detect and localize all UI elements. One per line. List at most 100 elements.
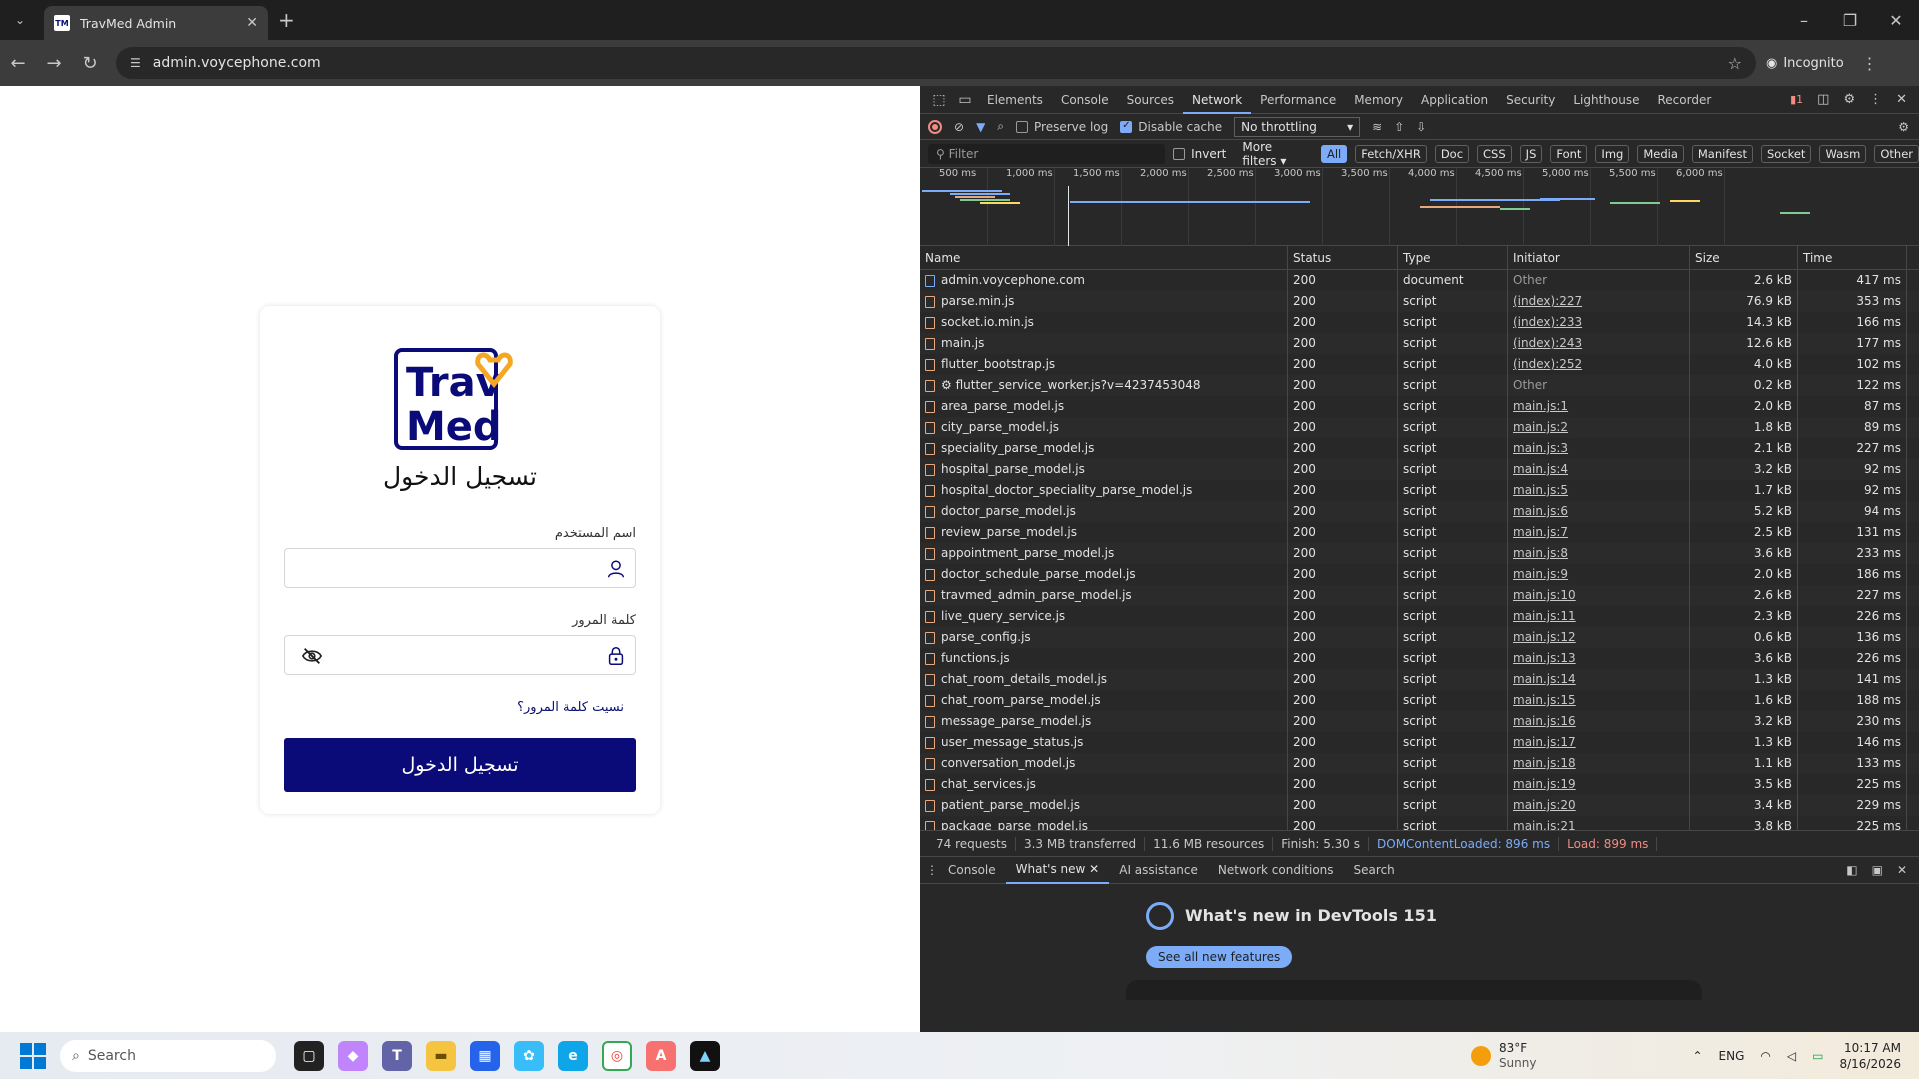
app-triangle-icon[interactable]: ▲ (690, 1040, 720, 1071)
browser-tab[interactable]: TM TravMed Admin ✕ (44, 6, 268, 40)
issues-badge[interactable]: ▮1 (1790, 93, 1803, 106)
table-row[interactable]: chat_room_details_model.js 200 script main.… (920, 669, 1919, 690)
request-initiator[interactable]: main.js:4 (1508, 459, 1690, 480)
incognito-indicator[interactable]: ◉ Incognito (1766, 56, 1844, 71)
request-initiator[interactable]: main.js:14 (1508, 669, 1690, 690)
import-har-icon[interactable]: ⇧ (1394, 120, 1404, 134)
col-size[interactable]: Size (1690, 246, 1798, 269)
reload-button[interactable]: ↻ (72, 53, 108, 74)
request-initiator[interactable]: main.js:11 (1508, 606, 1690, 627)
request-initiator[interactable]: main.js:5 (1508, 480, 1690, 501)
col-type[interactable]: Type (1398, 246, 1508, 269)
app-a-icon[interactable]: A (646, 1040, 676, 1071)
request-initiator[interactable]: main.js:8 (1508, 543, 1690, 564)
request-name[interactable]: hospital_parse_model.js (920, 459, 1288, 480)
request-initiator[interactable]: main.js:19 (1508, 774, 1690, 795)
request-name[interactable]: review_parse_model.js (920, 522, 1288, 543)
request-name[interactable]: doctor_schedule_parse_model.js (920, 564, 1288, 585)
request-name[interactable]: ⚙ flutter_service_worker.js?v=4237453048 (920, 375, 1288, 396)
back-button[interactable]: ← (0, 53, 36, 74)
filter-css[interactable]: CSS (1477, 144, 1512, 163)
login-submit-button[interactable]: تسجيل الدخول (284, 738, 636, 792)
drawer-tab-search[interactable]: Search (1344, 857, 1405, 883)
close-window-icon[interactable]: ✕ (1873, 11, 1919, 30)
filter-img[interactable]: Img (1595, 144, 1630, 163)
drawer-tab-network-conditions[interactable]: Network conditions (1208, 857, 1344, 883)
table-row[interactable]: flutter_bootstrap.js 200 script (index):252… (920, 354, 1919, 375)
throttling-select[interactable]: No throttling ▾ (1234, 116, 1361, 137)
table-row[interactable]: chat_services.js 200 script main.js:19 3.5 k… (920, 774, 1919, 795)
chrome-icon[interactable]: ◎ (602, 1040, 632, 1071)
language-indicator[interactable]: ENG (1719, 1049, 1745, 1063)
forgot-password-link[interactable]: نسيت كلمة المرور؟ (517, 700, 624, 715)
request-initiator[interactable]: main.js:18 (1508, 753, 1690, 774)
filter-doc[interactable]: Doc (1434, 144, 1470, 163)
disable-cache-checkbox[interactable]: Disable cache (1120, 120, 1222, 134)
wifi-icon[interactable]: ◠ (1760, 1049, 1770, 1063)
request-initiator[interactable]: main.js:20 (1508, 795, 1690, 816)
tab-sources[interactable]: Sources (1118, 86, 1183, 114)
tab-recorder[interactable]: Recorder (1649, 86, 1721, 114)
table-row[interactable]: ⚙ flutter_service_worker.js?v=4237453048… (920, 375, 1919, 396)
tab-search-button[interactable]: ⌄ (4, 4, 36, 36)
edge-icon[interactable]: e (558, 1040, 588, 1071)
table-row[interactable]: travmed_admin_parse_model.js 200 script mai… (920, 585, 1919, 606)
request-name[interactable]: package_parse_model.js (920, 816, 1288, 830)
request-initiator[interactable]: main.js:15 (1508, 690, 1690, 711)
request-name[interactable]: chat_room_details_model.js (920, 669, 1288, 690)
table-row[interactable]: review_parse_model.js 200 script main.js:7 2… (920, 522, 1919, 543)
request-initiator[interactable]: main.js:1 (1508, 396, 1690, 417)
tab-elements[interactable]: Elements (978, 86, 1052, 114)
drawer-tab-console[interactable]: Console (938, 857, 1006, 883)
tab-performance[interactable]: Performance (1251, 86, 1345, 114)
tab-security[interactable]: Security (1497, 86, 1564, 114)
password-field[interactable] (284, 635, 636, 675)
undock-drawer-icon[interactable]: ▣ (1872, 863, 1883, 877)
col-name[interactable]: Name (920, 246, 1288, 269)
request-name[interactable]: area_parse_model.js (920, 396, 1288, 417)
request-initiator[interactable]: main.js:12 (1508, 627, 1690, 648)
filter-font[interactable]: Font (1550, 144, 1588, 163)
filter-manifest[interactable]: Manifest (1691, 144, 1753, 163)
search-icon[interactable]: ⌕ (997, 119, 1004, 134)
invert-checkbox[interactable]: Invert (1173, 147, 1226, 161)
ai-assist-icon[interactable]: ◫ (1817, 92, 1829, 107)
col-initiator[interactable]: Initiator (1508, 246, 1690, 269)
taskbar-search[interactable]: ⌕ Search (60, 1039, 276, 1072)
request-initiator[interactable]: main.js:13 (1508, 648, 1690, 669)
table-row[interactable]: functions.js 200 script main.js:13 3.6 kB 226… (920, 648, 1919, 669)
col-time[interactable]: Time (1798, 246, 1907, 269)
table-row[interactable]: socket.io.min.js 200 script (index):233 14.3… (920, 312, 1919, 333)
forward-button[interactable]: → (36, 53, 72, 74)
filter-media[interactable]: Media (1637, 144, 1684, 163)
request-name[interactable]: socket.io.min.js (920, 312, 1288, 333)
more-filters-dropdown[interactable]: More filters ▾ (1242, 140, 1305, 168)
request-name[interactable]: live_query_service.js (920, 606, 1288, 627)
bookmark-star-icon[interactable]: ☆ (1728, 54, 1742, 73)
filter-other[interactable]: Other (1874, 144, 1919, 163)
close-devtools-icon[interactable]: ✕ (1896, 92, 1907, 107)
address-bar[interactable]: ☰ admin.voycephone.com ☆ (116, 47, 1756, 79)
request-initiator[interactable]: (index):243 (1508, 333, 1690, 354)
tab-network[interactable]: Network (1183, 86, 1252, 114)
request-initiator[interactable]: main.js:2 (1508, 417, 1690, 438)
request-name[interactable]: flutter_bootstrap.js (920, 354, 1288, 375)
export-har-icon[interactable]: ⇩ (1416, 120, 1426, 134)
close-drawer-tab-icon[interactable]: ✕ (1089, 862, 1099, 876)
request-initiator[interactable]: main.js:3 (1508, 438, 1690, 459)
username-field[interactable] (284, 548, 636, 588)
request-name[interactable]: parse_config.js (920, 627, 1288, 648)
battery-icon[interactable]: ▭ (1812, 1049, 1823, 1063)
file-explorer-icon[interactable]: ▬ (426, 1040, 456, 1071)
request-name[interactable]: functions.js (920, 648, 1288, 669)
table-row[interactable]: appointment_parse_model.js 200 script main.… (920, 543, 1919, 564)
tab-memory[interactable]: Memory (1345, 86, 1412, 114)
request-name[interactable]: message_parse_model.js (920, 711, 1288, 732)
request-initiator[interactable]: main.js:17 (1508, 732, 1690, 753)
preserve-log-checkbox[interactable]: Preserve log (1016, 120, 1108, 134)
filter-socket[interactable]: Socket (1760, 144, 1812, 163)
see-all-features-button[interactable]: See all new features (1146, 946, 1293, 968)
filter-all[interactable]: All (1320, 144, 1348, 163)
devtools-menu-icon[interactable]: ⋮ (1869, 92, 1882, 107)
request-name[interactable]: conversation_model.js (920, 753, 1288, 774)
